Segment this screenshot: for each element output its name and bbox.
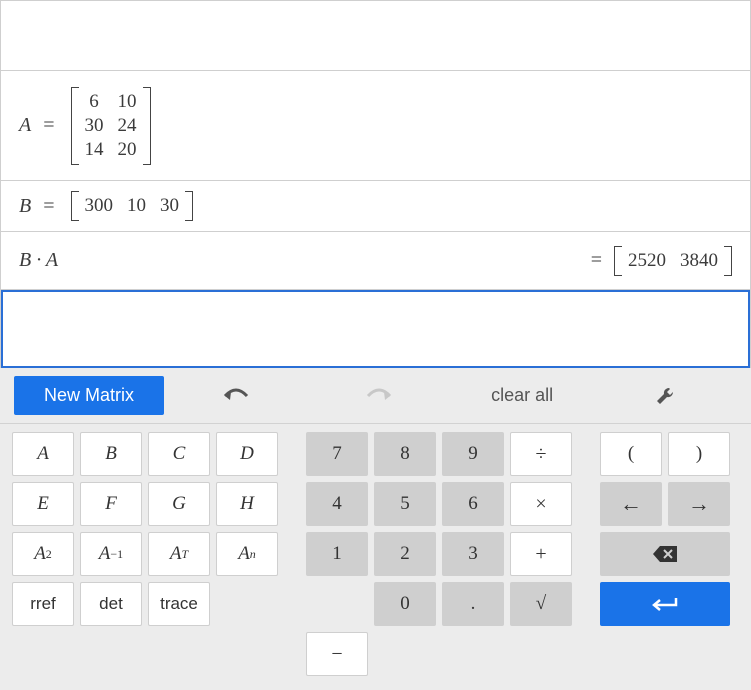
- key-6[interactable]: 6: [442, 482, 504, 526]
- new-matrix-button[interactable]: New Matrix: [14, 376, 164, 415]
- key-B[interactable]: B: [80, 432, 142, 476]
- key-D[interactable]: D: [216, 432, 278, 476]
- key-A[interactable]: A: [12, 432, 74, 476]
- matrix-cell: 20: [118, 139, 137, 161]
- matrix-cell: 30: [85, 115, 104, 137]
- key-lparen[interactable]: (: [600, 432, 662, 476]
- matrix-cell: 300: [85, 195, 114, 217]
- matrix-cell: 2520: [628, 250, 666, 272]
- key-sqrt[interactable]: √: [510, 582, 572, 626]
- expression-row-A[interactable]: A = 6 10 30 24 14 20: [1, 71, 750, 181]
- key-G[interactable]: G: [148, 482, 210, 526]
- matrix-cell: 10: [127, 195, 146, 217]
- key-A-power-n[interactable]: An: [216, 532, 278, 576]
- keypad: A B C D E F G H A2 A−1 AT An rref det tr…: [0, 424, 751, 690]
- key-H[interactable]: H: [216, 482, 278, 526]
- key-5[interactable]: 5: [374, 482, 436, 526]
- key-9[interactable]: 9: [442, 432, 504, 476]
- number-keys-group: 7 8 9 ÷ 4 5 6 × 1 2 3 + 0 . √ −: [306, 432, 572, 676]
- expression-row-result[interactable]: B · A = 2520 3840: [1, 232, 750, 290]
- toolbar: New Matrix clear all: [0, 368, 751, 424]
- expression-row-B[interactable]: B = 300 10 30: [1, 181, 750, 232]
- key-multiply[interactable]: ×: [510, 482, 572, 526]
- matrix-cell: 10: [118, 91, 137, 113]
- expression-row-blank[interactable]: [1, 1, 750, 71]
- key-4[interactable]: 4: [306, 482, 368, 526]
- variable-name: A: [19, 114, 31, 137]
- key-divide[interactable]: ÷: [510, 432, 572, 476]
- key-C[interactable]: C: [148, 432, 210, 476]
- undo-icon[interactable]: [164, 384, 307, 407]
- variable-keys-group: A B C D E F G H A2 A−1 AT An rref det tr…: [12, 432, 278, 676]
- key-arrow-right[interactable]: →: [668, 482, 730, 526]
- expression-lhs: B · A: [19, 249, 58, 272]
- key-A-squared[interactable]: A2: [12, 532, 74, 576]
- variable-name: B: [19, 195, 31, 218]
- matrix-cell: 6: [85, 91, 104, 113]
- key-rparen[interactable]: ): [668, 432, 730, 476]
- matrix-cell: 30: [160, 195, 179, 217]
- key-8[interactable]: 8: [374, 432, 436, 476]
- key-1[interactable]: 1: [306, 532, 368, 576]
- key-0[interactable]: 0: [374, 582, 436, 626]
- key-F[interactable]: F: [80, 482, 142, 526]
- matrix-cell: 3840: [680, 250, 718, 272]
- key-enter[interactable]: [600, 582, 730, 626]
- key-A-inverse[interactable]: A−1: [80, 532, 142, 576]
- key-A-transpose[interactable]: AT: [148, 532, 210, 576]
- enter-icon: [650, 596, 680, 612]
- key-plus[interactable]: +: [510, 532, 572, 576]
- key-det[interactable]: det: [80, 582, 142, 626]
- key-backspace[interactable]: [600, 532, 730, 576]
- nav-keys-group: ( ) ← →: [600, 432, 730, 676]
- result-matrix: 2520 3840: [614, 246, 732, 276]
- matrix-A: 6 10 30 24 14 20: [71, 87, 151, 165]
- equals-sign: =: [43, 114, 54, 137]
- active-input-row[interactable]: [1, 290, 750, 368]
- key-7[interactable]: 7: [306, 432, 368, 476]
- key-rref[interactable]: rref: [12, 582, 74, 626]
- expression-list: A = 6 10 30 24 14 20 B =: [0, 0, 751, 368]
- key-arrow-left[interactable]: ←: [600, 482, 662, 526]
- key-3[interactable]: 3: [442, 532, 504, 576]
- matrix-cell: 24: [118, 115, 137, 137]
- matrix-cell: 14: [85, 139, 104, 161]
- key-E[interactable]: E: [12, 482, 74, 526]
- key-trace[interactable]: trace: [148, 582, 210, 626]
- clear-all-button[interactable]: clear all: [451, 385, 594, 406]
- key-2[interactable]: 2: [374, 532, 436, 576]
- backspace-icon: [652, 545, 678, 563]
- equals-sign: =: [43, 195, 54, 218]
- redo-icon[interactable]: [307, 384, 450, 407]
- equals-sign: =: [591, 249, 602, 272]
- matrix-B: 300 10 30: [71, 191, 194, 221]
- settings-icon[interactable]: [594, 384, 737, 407]
- key-decimal[interactable]: .: [442, 582, 504, 626]
- key-minus[interactable]: −: [306, 632, 368, 676]
